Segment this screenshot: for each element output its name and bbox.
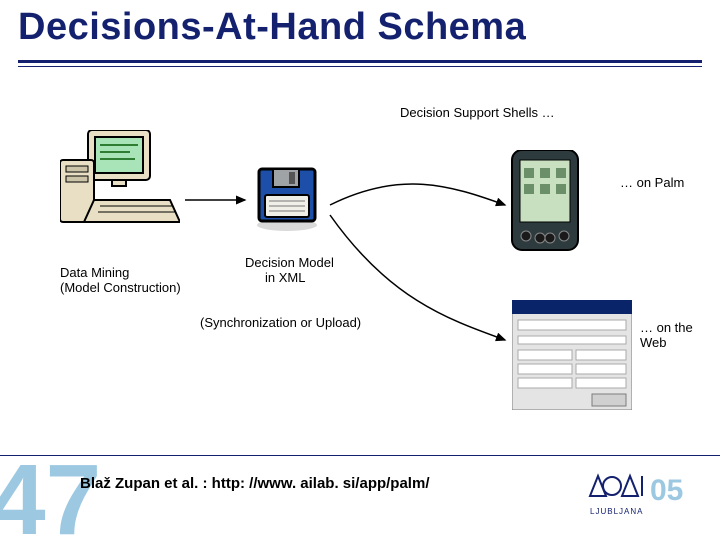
- title-divider: [18, 60, 702, 63]
- label-on-palm: … on Palm: [620, 175, 684, 190]
- label-on-web: … on the Web: [640, 320, 720, 350]
- palm-device-icon: [510, 150, 580, 255]
- logo-year: 05: [650, 474, 683, 507]
- slide: Decisions-At-Hand Schema Decision Suppor…: [0, 0, 720, 540]
- floppy-disk-icon: [253, 165, 321, 233]
- computer-icon: [60, 130, 180, 240]
- page-number: 47: [0, 450, 101, 540]
- footer-citation: Blaž Zupan et al. : http: //www. ailab. …: [80, 475, 429, 492]
- logo-place: LJUBLJANA: [590, 507, 643, 516]
- web-window-icon: [512, 300, 632, 410]
- label-data-mining-1: Data Mining: [60, 265, 129, 280]
- title-divider-thin: [18, 66, 702, 67]
- conference-logo: 05 LJUBLJANA: [586, 470, 706, 520]
- label-decision-model-2: in XML: [265, 270, 305, 285]
- label-decision-support-shells: Decision Support Shells …: [400, 105, 555, 120]
- label-decision-model-1: Decision Model: [245, 255, 334, 270]
- footer-divider: [0, 455, 720, 456]
- page-title: Decisions-At-Hand Schema: [18, 6, 526, 49]
- label-synchronization: (Synchronization or Upload): [200, 315, 361, 330]
- label-data-mining-2: (Model Construction): [60, 280, 181, 295]
